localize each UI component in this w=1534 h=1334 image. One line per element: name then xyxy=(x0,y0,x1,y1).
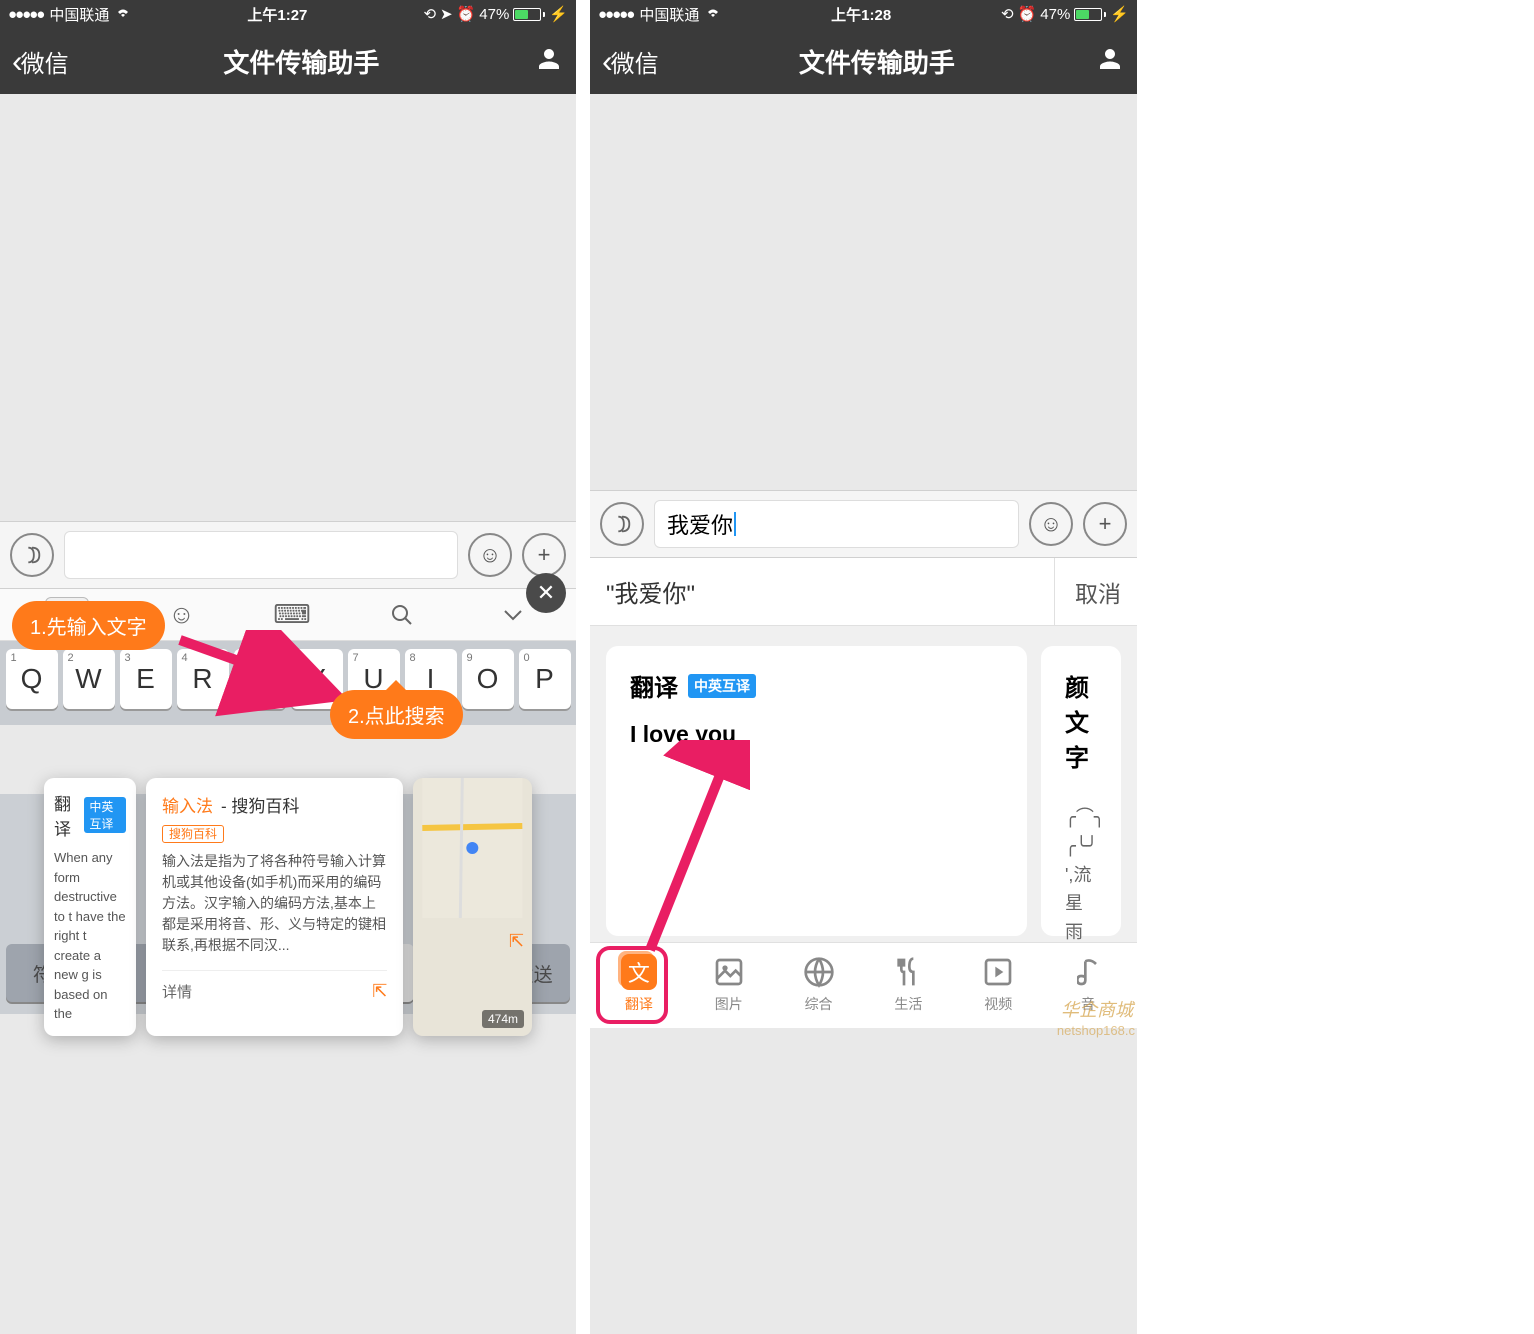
baike-card[interactable]: 输入法 - 搜狗百科 搜狗百科 输入法是指为了将各种符号输入计算机或其他设备(如… xyxy=(146,778,403,1036)
cancel-button[interactable]: 取消 xyxy=(1054,558,1121,625)
nav-title: 文件传输助手 xyxy=(69,43,534,80)
translate-tag: 中英互译 xyxy=(688,674,756,698)
nav-bar: ‹ 微信 文件传输助手 xyxy=(590,28,1137,94)
charging-icon: ⚡ xyxy=(1110,5,1129,23)
emoji-button[interactable]: ☺ xyxy=(468,533,512,577)
back-label: 微信 xyxy=(21,44,69,79)
key-p[interactable]: 0P xyxy=(519,649,571,709)
message-input[interactable]: 我爱你 xyxy=(654,500,1019,548)
charging-icon: ⚡ xyxy=(549,5,568,23)
tutorial-arrow-icon xyxy=(630,740,750,970)
lock-rotation-icon: ⟲ xyxy=(1001,5,1014,23)
tab-生活[interactable]: 生活 xyxy=(863,954,953,1014)
tutorial-arrow-icon xyxy=(170,630,350,720)
tab-label: 图片 xyxy=(715,994,743,1014)
tab-icon xyxy=(890,954,926,990)
keyboard-tool-button[interactable]: ⌨ xyxy=(274,597,310,633)
search-tool-button[interactable] xyxy=(384,597,420,633)
carrier-label: 中国联通 xyxy=(49,4,109,25)
message-input[interactable] xyxy=(64,531,458,579)
input-bar: 我爱你 ☺ + xyxy=(590,490,1137,558)
add-button[interactable]: + xyxy=(1083,502,1127,546)
status-bar: ●●●●● 中国联通 上午1:27 ⟲ ➤ ⏰ 47% ⚡ xyxy=(0,0,576,28)
translate-card[interactable]: 翻译 中英互译 When any form destructive to t h… xyxy=(44,778,136,1036)
key-o[interactable]: 9O xyxy=(462,649,514,709)
map-card[interactable]: 474m ⇱ xyxy=(413,778,532,1036)
wifi-icon xyxy=(115,6,131,23)
battery-percent: 47% xyxy=(479,6,509,23)
key-w[interactable]: 2W xyxy=(63,649,115,709)
tab-icon xyxy=(801,954,837,990)
detail-link[interactable]: 详情 xyxy=(162,981,192,1002)
status-time: 上午1:28 xyxy=(721,4,1001,25)
chat-area[interactable] xyxy=(590,94,1137,490)
map-distance: 474m xyxy=(482,1010,524,1028)
back-button[interactable]: ‹ 微信 xyxy=(12,43,69,80)
battery-percent: 47% xyxy=(1040,6,1070,23)
tab-icon xyxy=(980,954,1016,990)
carrier-label: 中国联通 xyxy=(639,4,699,25)
emoji-button[interactable]: ☺ xyxy=(1029,502,1073,546)
lock-rotation-icon: ⟲ xyxy=(423,5,436,23)
voice-button[interactable] xyxy=(10,533,54,577)
back-label: 微信 xyxy=(611,44,659,79)
profile-button[interactable] xyxy=(534,44,564,79)
search-query: "我爱你" xyxy=(606,574,1054,609)
alarm-icon: ⏰ xyxy=(1018,5,1037,23)
callout-step-1: 1.先输入文字 xyxy=(12,601,165,650)
card-title-orange: 输入法 xyxy=(162,792,213,817)
card-title-rest: - 搜狗百科 xyxy=(221,792,299,817)
phone-left-screenshot: ●●●●● 中国联通 上午1:27 ⟲ ➤ ⏰ 47% ⚡ ‹ 微信 文件传输助… xyxy=(0,0,576,1334)
add-button[interactable]: + xyxy=(522,533,566,577)
input-bar: ☺ + xyxy=(0,521,576,589)
translate-tag: 中英互译 xyxy=(84,797,126,833)
key-q[interactable]: 1Q xyxy=(6,649,58,709)
location-icon: ➤ xyxy=(440,5,453,23)
status-bar: ●●●●● 中国联通 上午1:28 ⟲ ⏰ 47% ⚡ xyxy=(590,0,1137,28)
alarm-icon: ⏰ xyxy=(457,5,476,23)
signal-dots-icon: ●●●●● xyxy=(8,6,43,23)
emoji-tool-button[interactable]: ☺ xyxy=(164,597,200,633)
status-time: 上午1:27 xyxy=(131,4,423,25)
search-header: "我爱你" 取消 xyxy=(590,558,1137,626)
card-body: When any form destructive to t have the … xyxy=(54,848,126,1024)
search-cards-area: 翻译 中英互译 When any form destructive to t h… xyxy=(44,778,532,1036)
tab-label: 综合 xyxy=(805,994,833,1014)
tab-label: 视频 xyxy=(984,994,1012,1014)
key-e[interactable]: 3E xyxy=(120,649,172,709)
battery-icon xyxy=(1074,8,1106,21)
voice-button[interactable] xyxy=(600,502,644,546)
callout-step-2: 2.点此搜索 xyxy=(330,690,463,739)
kaomoji-result-card[interactable]: 颜文字 ╭⌒╮╭╰╯',流星雨你说 xyxy=(1041,646,1121,936)
tab-综合[interactable]: 综合 xyxy=(774,954,864,1014)
nav-bar: ‹ 微信 文件传输助手 xyxy=(0,28,576,94)
watermark-text: 华企商城 xyxy=(1061,996,1133,1022)
wifi-icon xyxy=(705,6,721,23)
card-title: 翻译 xyxy=(54,790,76,840)
tab-视频[interactable]: 视频 xyxy=(953,954,1043,1014)
expand-tool-button[interactable] xyxy=(495,597,531,633)
result-title: 颜文字 xyxy=(1065,668,1097,773)
text-cursor xyxy=(734,512,736,536)
signal-dots-icon: ●●●●● xyxy=(598,6,633,23)
back-button[interactable]: ‹ 微信 xyxy=(602,43,659,80)
tab-label: 生活 xyxy=(894,994,922,1014)
battery-icon xyxy=(513,8,545,21)
share-icon[interactable]: ⇱ xyxy=(372,981,387,1002)
phone-right-screenshot: ●●●●● 中国联通 上午1:28 ⟲ ⏰ 47% ⚡ ‹ 微信 文件传输助手 xyxy=(590,0,1137,1334)
share-icon[interactable]: ⇱ xyxy=(509,931,524,951)
nav-title: 文件传输助手 xyxy=(659,43,1095,80)
chat-area[interactable] xyxy=(0,94,576,521)
watermark-url: netshop168.c xyxy=(1057,1023,1135,1038)
baike-source-tag: 搜狗百科 xyxy=(162,825,224,843)
result-title: 翻译 xyxy=(630,668,678,703)
tab-icon xyxy=(1070,954,1106,990)
close-keyboard-button[interactable]: ✕ xyxy=(526,573,566,613)
profile-button[interactable] xyxy=(1095,44,1125,79)
card-body: 输入法是指为了将各种符号输入计算机或其他设备(如手机)而采用的编码方法。汉字输入… xyxy=(162,851,387,956)
